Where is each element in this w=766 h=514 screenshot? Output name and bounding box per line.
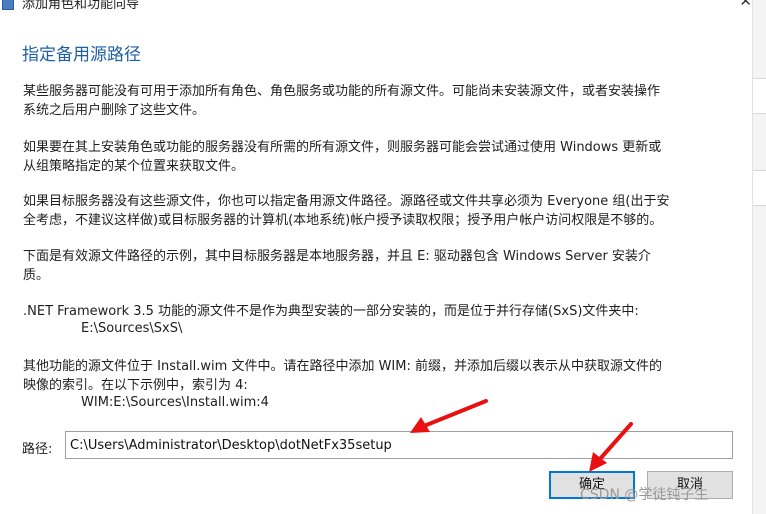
arrow-to-ok-button — [589, 422, 633, 472]
arrow-to-path-input — [410, 399, 488, 433]
annotation-arrows — [410, 399, 633, 472]
